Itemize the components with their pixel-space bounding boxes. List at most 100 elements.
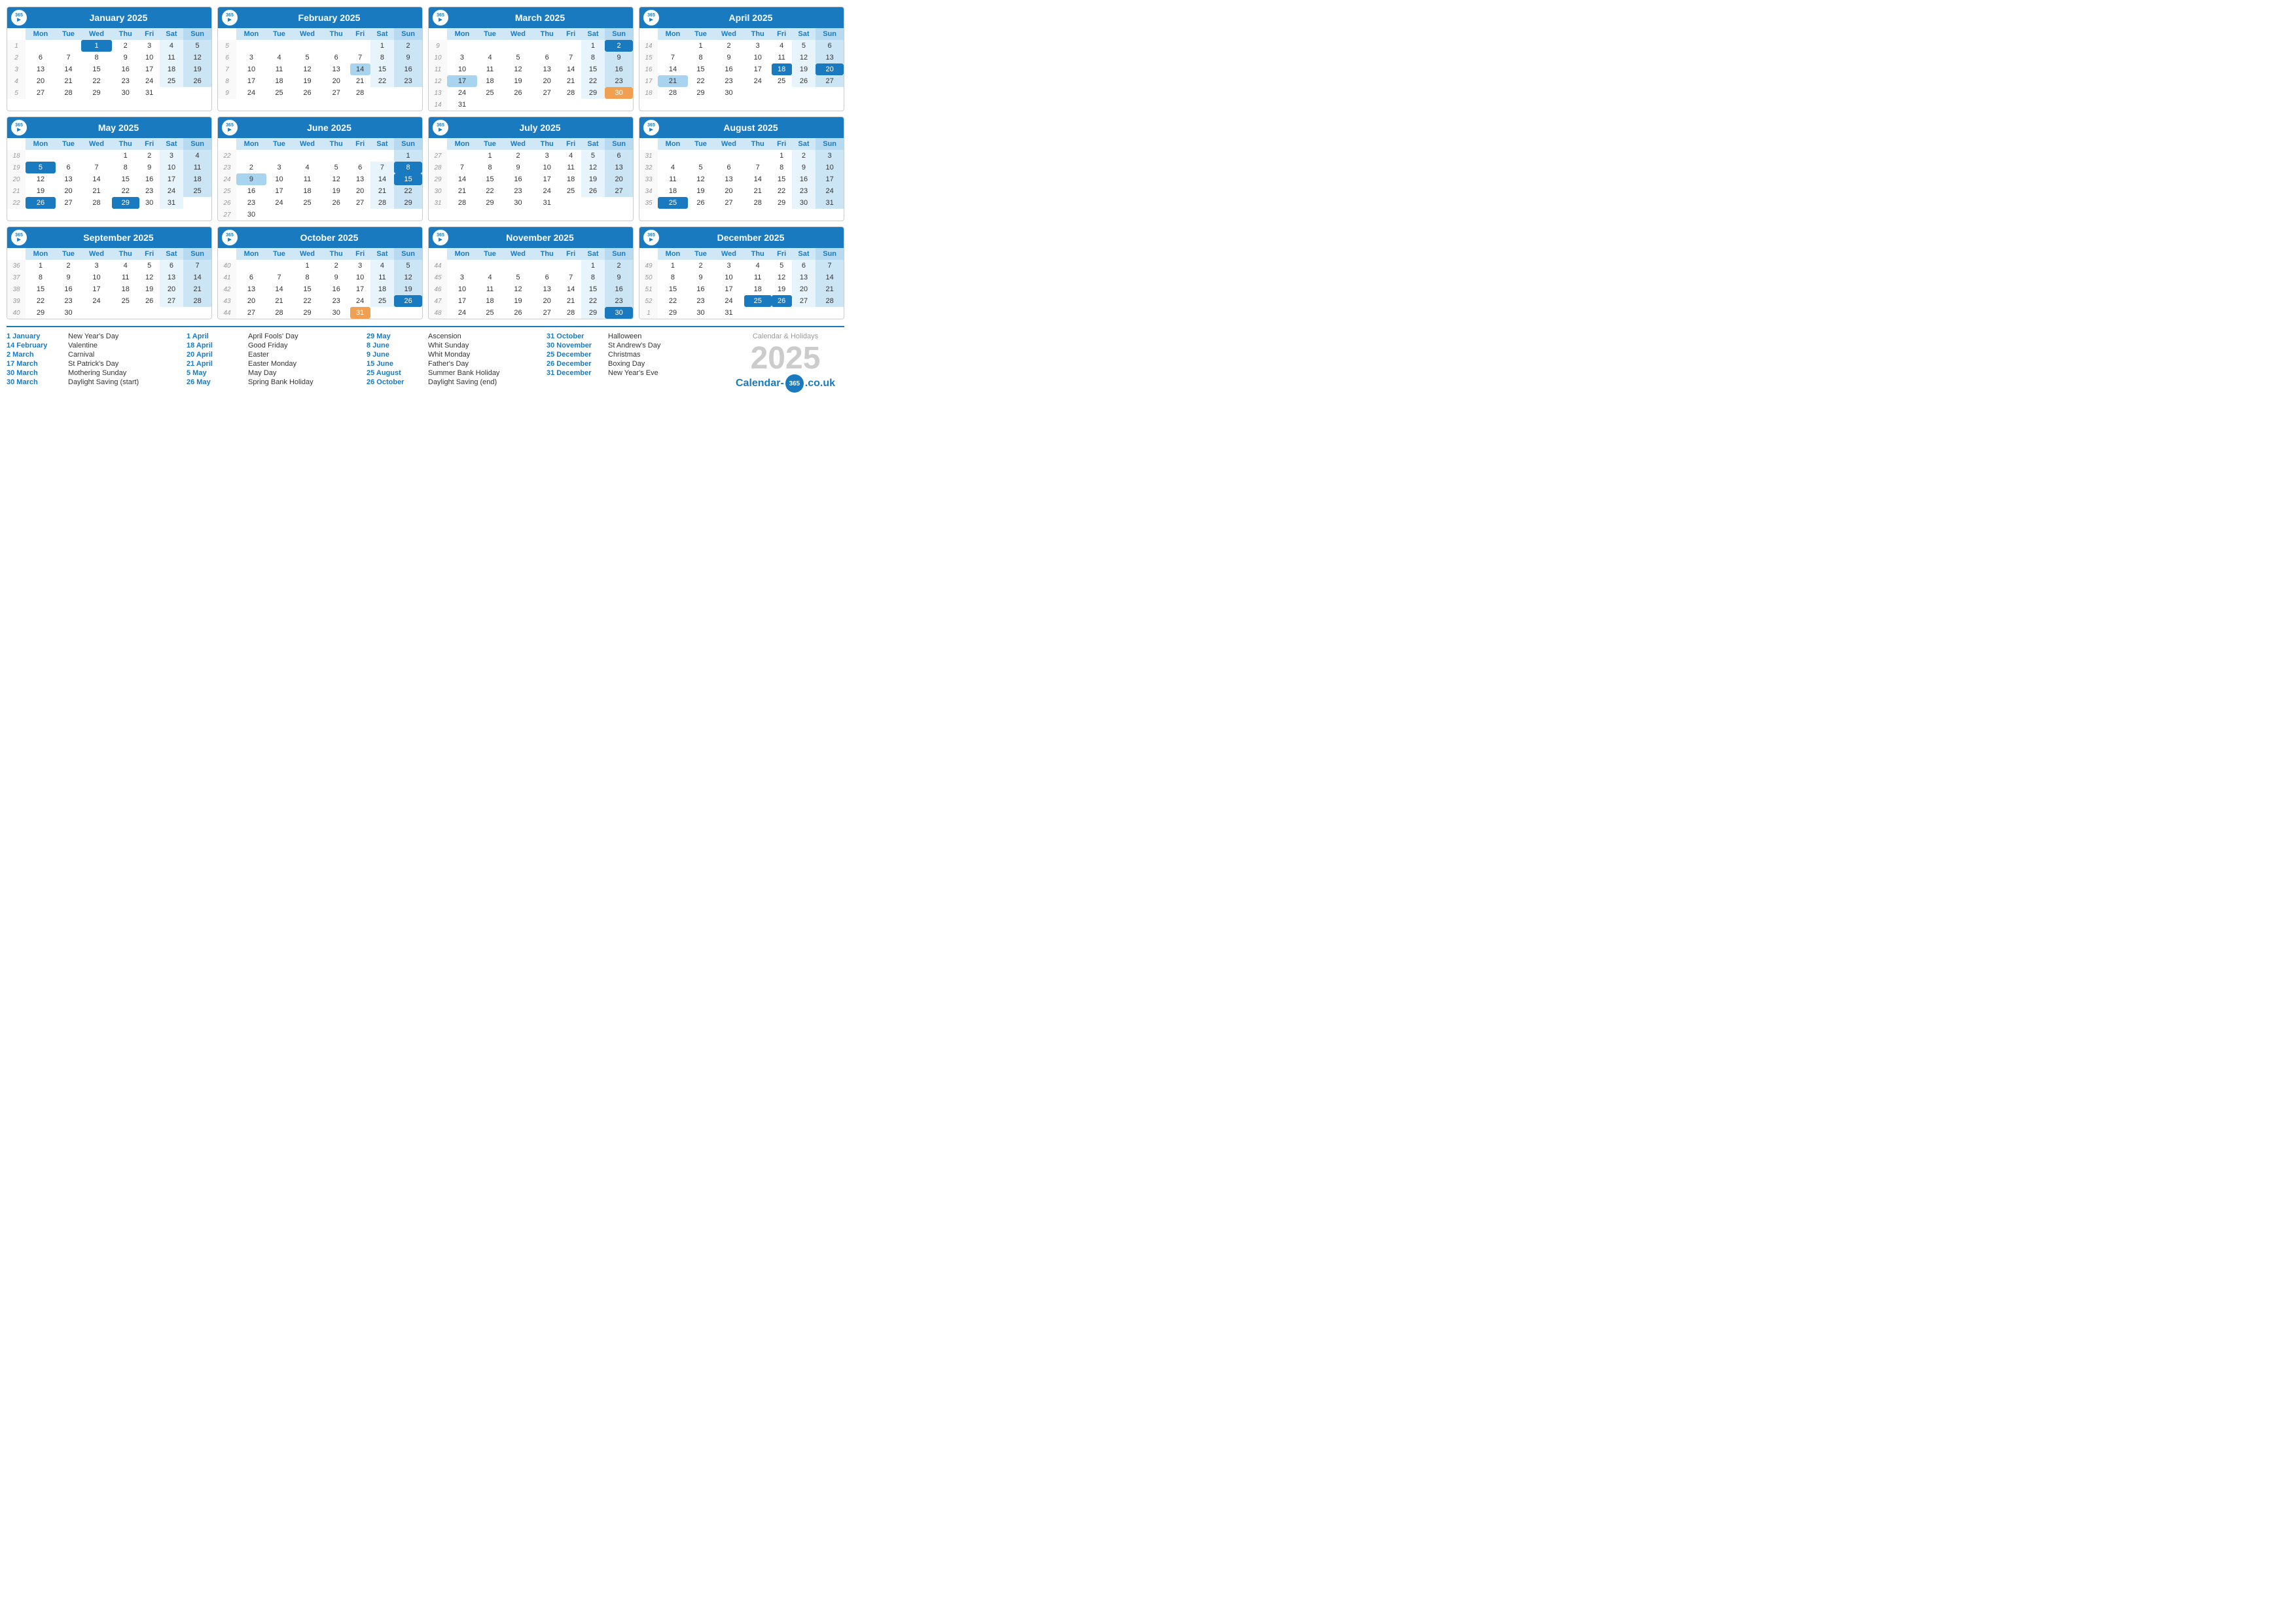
week-number: 27: [429, 150, 447, 162]
day-header-sun: Sun: [394, 138, 422, 150]
day-header-sun: Sun: [816, 28, 844, 40]
month-title: June 2025: [240, 122, 418, 133]
list-item: 5 MayMay Day: [187, 369, 361, 377]
day-cell: 23: [394, 75, 422, 87]
day-cell: 6: [56, 162, 81, 173]
day-cell: 6: [236, 272, 266, 283]
day-header-thu: Thu: [323, 28, 350, 40]
day-header-fri: Fri: [139, 138, 160, 150]
table-row: 3021222324252627: [429, 185, 633, 197]
day-cell: 28: [81, 197, 112, 209]
list-item: 9 JuneWhit Monday: [367, 351, 541, 359]
day-header-wed: Wed: [503, 138, 533, 150]
day-cell: 1: [370, 40, 394, 52]
holiday-date: 17 March: [7, 360, 65, 368]
day-cell: 5: [503, 52, 533, 63]
day-cell: 10: [447, 63, 477, 75]
day-cell: 5: [688, 162, 713, 173]
day-cell: 2: [503, 150, 533, 162]
day-header-wed: Wed: [81, 248, 112, 260]
day-cell: 9: [236, 173, 266, 185]
day-cell: 22: [81, 75, 112, 87]
day-cell: 30: [503, 197, 533, 209]
day-cell: 23: [503, 185, 533, 197]
month-header: 365▶September 2025: [7, 227, 211, 248]
day-header-mon: Mon: [236, 248, 266, 260]
month-title: January 2025: [29, 12, 207, 23]
day-header-tue: Tue: [477, 248, 503, 260]
badge-365: 365▶: [433, 230, 448, 245]
day-cell: 28: [447, 197, 477, 209]
table-row: 4412: [429, 260, 633, 272]
week-header: [429, 28, 447, 40]
holiday-name: Daylight Saving (end): [428, 378, 497, 386]
day-cell: 26: [503, 87, 533, 99]
day-header-fri: Fri: [350, 28, 370, 40]
day-cell: 24: [447, 87, 477, 99]
day-cell: 12: [292, 63, 323, 75]
month-calendar-march: 365▶March 2025MonTueWedThuFriSatSun91210…: [428, 7, 634, 111]
day-cell: 20: [533, 75, 561, 87]
day-cell: 2: [605, 40, 633, 52]
day-header-sun: Sun: [394, 28, 422, 40]
day-cell: [561, 260, 581, 272]
day-cell: 30: [112, 87, 139, 99]
day-cell: 30: [713, 87, 744, 99]
day-cell: 13: [26, 63, 56, 75]
list-item: 8 JuneWhit Sunday: [367, 342, 541, 349]
day-header-fri: Fri: [561, 28, 581, 40]
day-cell: 2: [792, 150, 816, 162]
day-cell: 27: [533, 307, 561, 319]
holiday-date: 8 June: [367, 342, 425, 349]
badge-365: 365▶: [11, 120, 27, 135]
month-header: 365▶October 2025: [218, 227, 422, 248]
list-item: 1 AprilApril Fools' Day: [187, 332, 361, 340]
month-header: 365▶November 2025: [429, 227, 633, 248]
day-cell: [139, 307, 160, 319]
month-header: 365▶March 2025: [429, 7, 633, 28]
week-number: 44: [218, 307, 236, 319]
day-cell: 30: [688, 307, 713, 319]
month-header: 365▶June 2025: [218, 117, 422, 138]
day-header-wed: Wed: [292, 248, 323, 260]
holiday-name: Father's Day: [428, 360, 469, 368]
holiday-date: 30 March: [7, 378, 65, 386]
calendar-table: MonTueWedThuFriSatSun2212323456782491011…: [218, 138, 422, 221]
day-cell: 30: [323, 307, 350, 319]
day-cell: 29: [658, 307, 688, 319]
day-cell: 22: [477, 185, 503, 197]
holiday-date: 14 February: [7, 342, 65, 349]
day-cell: [477, 99, 503, 111]
day-cell: 2: [236, 162, 266, 173]
table-row: 50891011121314: [639, 272, 844, 283]
table-row: 2516171819202122: [218, 185, 422, 197]
month-title: October 2025: [240, 232, 418, 243]
day-cell: 16: [792, 173, 816, 185]
day-cell: 10: [139, 52, 160, 63]
day-cell: 2: [394, 40, 422, 52]
day-cell: 29: [581, 87, 605, 99]
day-cell: 24: [81, 295, 112, 307]
day-header-sat: Sat: [792, 28, 816, 40]
table-row: 4012345: [218, 260, 422, 272]
calendar-table: MonTueWedThuFriSatSun5126345678971011121…: [218, 28, 422, 99]
day-cell: [236, 40, 266, 52]
day-header-wed: Wed: [292, 28, 323, 40]
day-cell: 3: [139, 40, 160, 52]
day-cell: 6: [26, 52, 56, 63]
day-cell: 15: [81, 63, 112, 75]
day-cell: [56, 40, 81, 52]
day-cell: 28: [658, 87, 688, 99]
day-cell: 30: [792, 197, 816, 209]
day-cell: 19: [503, 75, 533, 87]
month-calendar-january: 365▶January 2025MonTueWedThuFriSatSun112…: [7, 7, 212, 111]
day-cell: 21: [816, 283, 844, 295]
calendar-table: MonTueWedThuFriSatSun4912345675089101112…: [639, 248, 844, 319]
day-cell: 28: [183, 295, 211, 307]
calendar-table: MonTueWedThuFriSatSun1412345615789101112…: [639, 28, 844, 99]
table-row: 112345: [7, 40, 211, 52]
day-cell: 27: [323, 87, 350, 99]
day-cell: 4: [160, 40, 183, 52]
day-cell: [447, 260, 477, 272]
list-item: 31 OctoberHalloween: [547, 332, 721, 340]
